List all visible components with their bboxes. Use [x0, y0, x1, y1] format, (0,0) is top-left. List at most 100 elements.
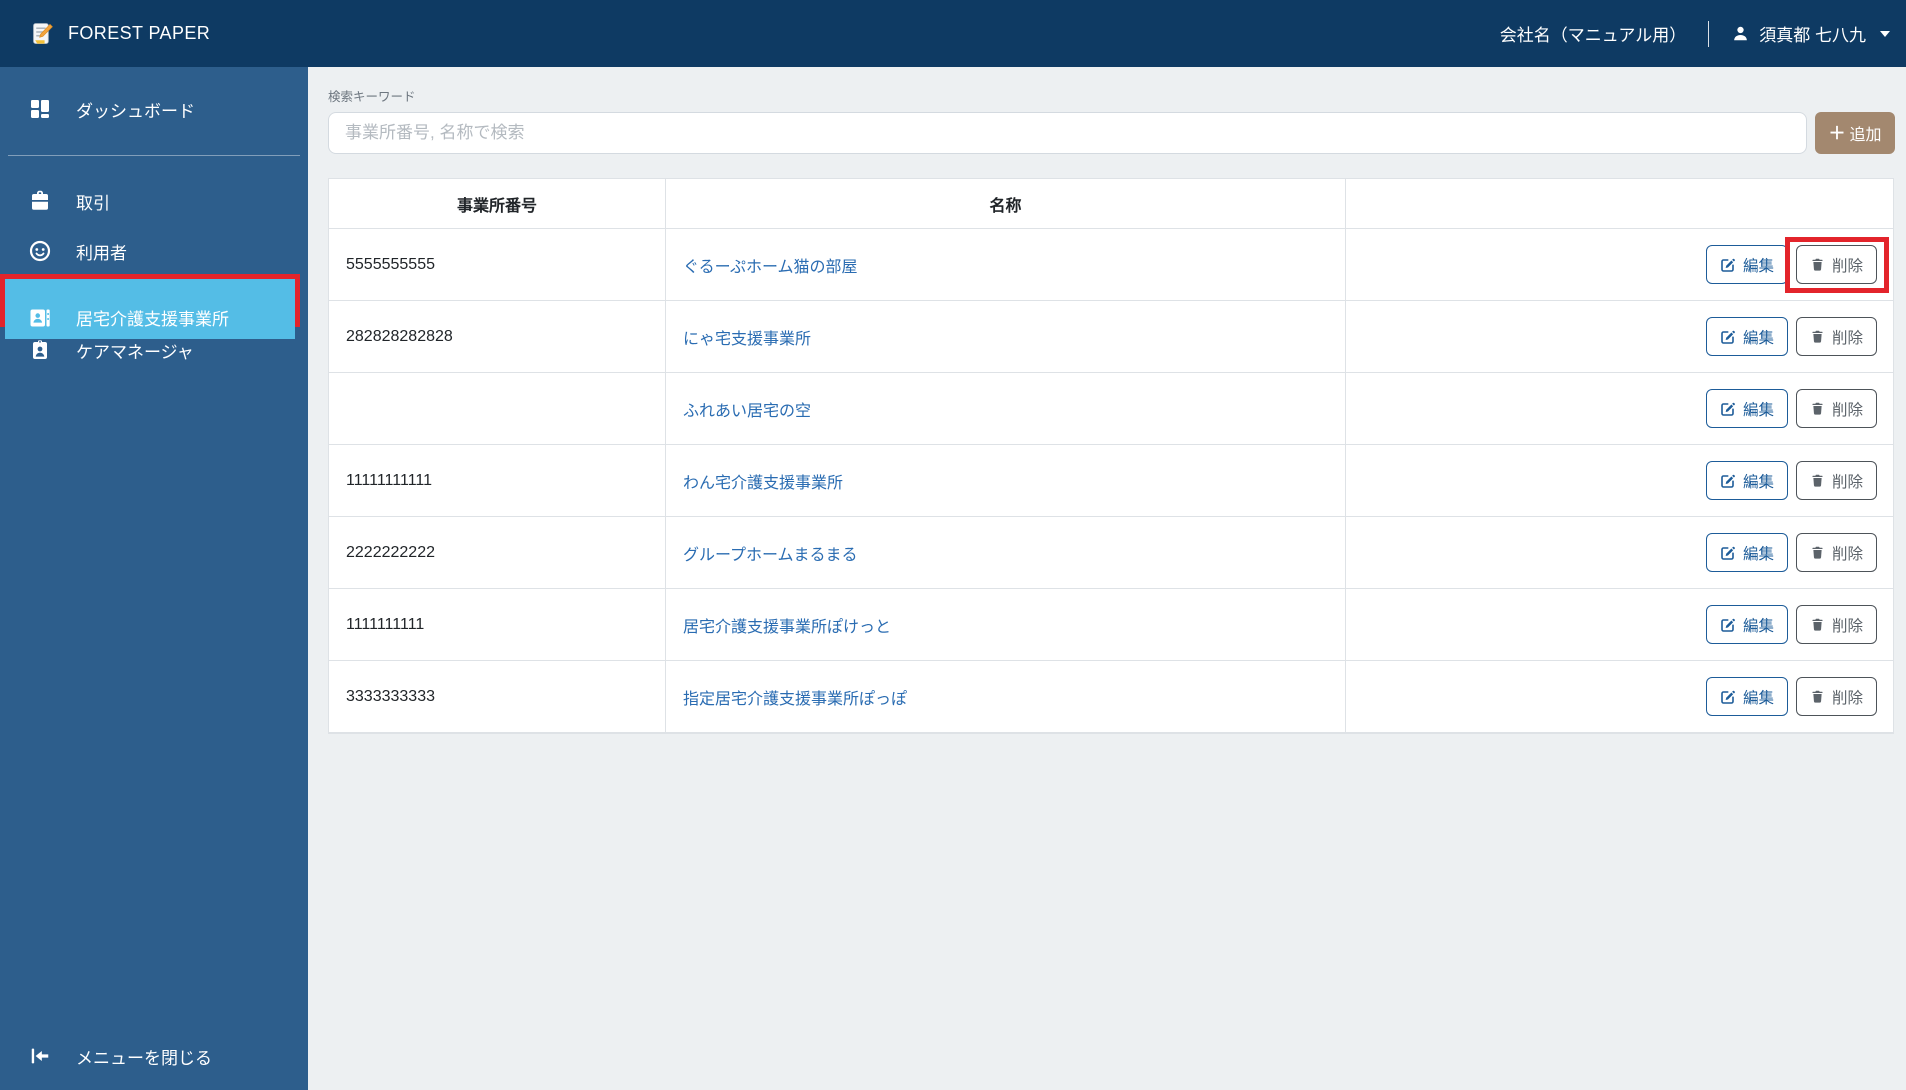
- office-name-link[interactable]: グループホームまるまる: [683, 541, 858, 565]
- table-row: 11111111111 わん宅介護支援事業所 編集 削除: [329, 445, 1893, 517]
- topbar-divider: [1708, 20, 1710, 47]
- close-menu-label: メニューを閉じる: [76, 1048, 212, 1068]
- edit-button-label: 編集: [1742, 473, 1774, 491]
- edit-icon: [1720, 545, 1736, 561]
- main-content: 検索キーワード ＋ 追加 事業所番号 名称 5555555555 ぐるーぷホーム…: [308, 67, 1906, 1090]
- caret-down-icon: [1880, 30, 1890, 37]
- table-row: 2222222222 グループホームまるまる 編集 削除: [329, 517, 1893, 589]
- delete-button-label: 削除: [1831, 329, 1863, 347]
- office-name-link[interactable]: わん宅介護支援事業所: [683, 469, 843, 493]
- topbar-right: 会社名（マニュアル用） 須真都 七八九: [1499, 20, 1890, 47]
- search-row: ＋ 追加: [328, 112, 1895, 154]
- edit-icon: [1720, 257, 1736, 273]
- edit-button[interactable]: 編集: [1705, 245, 1788, 284]
- delete-button[interactable]: 削除: [1795, 605, 1877, 644]
- delete-button-label: 削除: [1831, 545, 1863, 563]
- office-number: 282828282828: [329, 301, 666, 372]
- add-button[interactable]: ＋ 追加: [1815, 112, 1895, 154]
- table-row: ふれあい居宅の空 編集 削除: [329, 373, 1893, 445]
- delete-button[interactable]: 削除: [1795, 533, 1877, 572]
- edit-button-label: 編集: [1742, 689, 1774, 707]
- edit-button-label: 編集: [1742, 401, 1774, 419]
- sidebar-item-label: ケアマネージャ: [76, 342, 194, 362]
- office-name-link[interactable]: にゃ宅支援事業所: [683, 325, 811, 349]
- office-number: 5555555555: [329, 229, 666, 300]
- office-name-link[interactable]: 居宅介護支援事業所ぽけっと: [683, 613, 891, 637]
- office-number: 3333333333: [329, 661, 666, 732]
- table-row: 3333333333 指定居宅介護支援事業所ぽっぽ 編集 削除: [329, 661, 1893, 733]
- user-name: 須真都 七八九: [1759, 26, 1866, 45]
- user-icon: [1731, 24, 1750, 43]
- edit-button-label: 編集: [1742, 617, 1774, 635]
- offices-table: 事業所番号 名称 5555555555 ぐるーぷホーム猫の部屋 編集 削除 28…: [328, 178, 1894, 734]
- sidebar-item-dashboard[interactable]: ダッシュボード: [0, 84, 308, 134]
- delete-button-label: 削除: [1831, 401, 1863, 419]
- edit-button[interactable]: 編集: [1705, 605, 1788, 644]
- office-name-link[interactable]: ふれあい居宅の空: [683, 397, 811, 421]
- briefcase-icon: [28, 189, 52, 213]
- sidebar-item-label: 取引: [76, 193, 110, 213]
- column-header-office-number: 事業所番号: [329, 179, 666, 228]
- office-name-link[interactable]: 指定居宅介護支援事業所ぽっぽ: [683, 685, 907, 709]
- sidebar-item-transactions[interactable]: 取引: [0, 176, 308, 226]
- table-row: 5555555555 ぐるーぷホーム猫の部屋 編集 削除: [329, 229, 1893, 301]
- delete-button-label: 削除: [1831, 617, 1863, 635]
- office-number: 1111111111: [329, 589, 666, 660]
- edit-button-label: 編集: [1742, 257, 1774, 275]
- office-number: [329, 373, 666, 444]
- sidebar-item-label: 居宅介護支援事業所: [76, 310, 229, 329]
- user-menu[interactable]: 須真都 七八九: [1731, 21, 1890, 46]
- brand: FOREST PAPER: [30, 21, 210, 46]
- edit-icon: [1720, 473, 1736, 489]
- edit-button-label: 編集: [1742, 545, 1774, 563]
- table-row: 1111111111 居宅介護支援事業所ぽけっと 編集 削除: [329, 589, 1893, 661]
- plus-icon: ＋: [1828, 123, 1846, 143]
- edit-button[interactable]: 編集: [1705, 533, 1788, 572]
- delete-button[interactable]: 削除: [1795, 461, 1877, 500]
- trash-icon: [1810, 329, 1825, 344]
- edit-icon: [1720, 401, 1736, 417]
- table-row: 282828282828 にゃ宅支援事業所 編集 削除: [329, 301, 1893, 373]
- company-name: 会社名（マニュアル用）: [1499, 26, 1687, 45]
- edit-button-label: 編集: [1742, 329, 1774, 347]
- delete-button[interactable]: 削除: [1795, 317, 1877, 356]
- trash-icon: [1810, 617, 1825, 632]
- memo-logo-icon: [30, 21, 55, 46]
- collapse-menu-icon: [28, 1044, 52, 1068]
- topbar: FOREST PAPER 会社名（マニュアル用） 須真都 七八九: [0, 0, 1906, 67]
- trash-icon: [1810, 689, 1825, 704]
- edit-icon: [1720, 329, 1736, 345]
- face-icon: [28, 239, 52, 263]
- edit-button[interactable]: 編集: [1705, 317, 1788, 356]
- column-header-name: 名称: [666, 179, 1346, 228]
- sidebar-item-users[interactable]: 利用者: [0, 226, 308, 276]
- sidebar-item-care-manager[interactable]: ケアマネージャ: [0, 325, 308, 375]
- edit-button[interactable]: 編集: [1705, 461, 1788, 500]
- office-name-link[interactable]: ぐるーぷホーム猫の部屋: [683, 253, 858, 277]
- delete-button-label: 削除: [1831, 689, 1863, 707]
- delete-button[interactable]: 削除: [1795, 389, 1877, 428]
- address-card-icon: [28, 306, 52, 330]
- edit-button[interactable]: 編集: [1705, 389, 1788, 428]
- delete-button-label: 削除: [1831, 257, 1863, 275]
- sidebar-divider: [8, 155, 300, 156]
- trash-icon: [1810, 257, 1825, 272]
- brand-title: FOREST PAPER: [68, 23, 211, 43]
- column-header-actions: [1346, 179, 1893, 228]
- trash-icon: [1810, 545, 1825, 560]
- annotation-sidebar-highlight: 居宅介護支援事業所: [0, 274, 300, 339]
- sidebar-item-label: ダッシュボード: [76, 101, 195, 121]
- trash-icon: [1810, 401, 1825, 416]
- sidebar: ダッシュボード 取引 利用者 居宅介護支援事業所 ケアマネージャ メニューを閉じ…: [0, 67, 308, 1090]
- dashboard-icon: [28, 97, 52, 121]
- delete-button[interactable]: 削除: [1795, 677, 1877, 716]
- edit-button[interactable]: 編集: [1705, 677, 1788, 716]
- table-header-row: 事業所番号 名称: [329, 179, 1893, 229]
- edit-icon: [1720, 617, 1736, 633]
- app-window: FOREST PAPER 会社名（マニュアル用） 須真都 七八九 ダッシュボード…: [0, 0, 1906, 1090]
- search-input[interactable]: [328, 112, 1807, 154]
- edit-icon: [1720, 689, 1736, 705]
- sidebar-item-label: 利用者: [76, 243, 127, 263]
- delete-button[interactable]: 削除: [1795, 245, 1877, 284]
- close-menu-button[interactable]: メニューを閉じる: [0, 1031, 308, 1081]
